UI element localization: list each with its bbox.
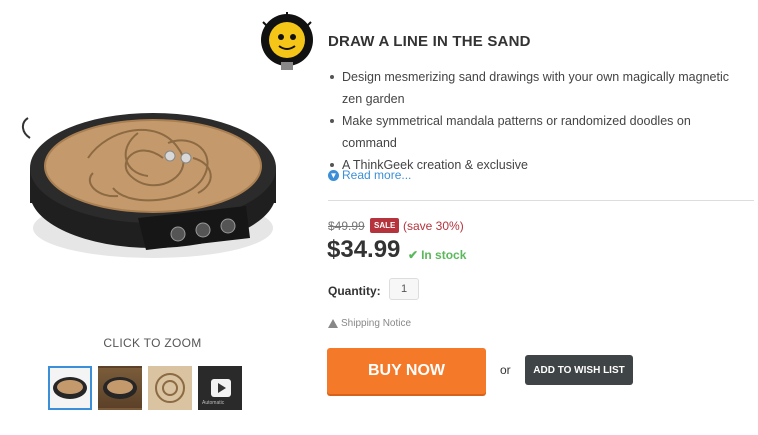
sand-table-thumb-icon	[103, 377, 137, 399]
lightbulb-monkey-badge-icon	[261, 12, 313, 70]
current-price: $34.99	[327, 236, 401, 263]
add-to-wishlist-button[interactable]: ADD TO WISH LIST	[525, 355, 633, 385]
zoom-caption[interactable]: CLICK TO ZOOM	[0, 336, 305, 350]
stock-status: ✔ In stock	[408, 248, 466, 262]
feature-list: Design mesmerizing sand drawings with yo…	[328, 66, 748, 176]
divider	[328, 200, 754, 201]
thumbnail-sand-table-on-wood[interactable]	[98, 366, 142, 410]
thumbnail-sand-table-front[interactable]	[48, 366, 92, 410]
sand-table-illustration	[22, 113, 276, 258]
sale-badge: SALE	[370, 218, 400, 233]
feature-item: Design mesmerizing sand drawings with yo…	[328, 66, 748, 110]
shipping-notice-link[interactable]: Shipping Notice	[328, 318, 411, 329]
or-separator: or	[500, 363, 511, 377]
product-title: DRAW A LINE IN THE SAND	[328, 33, 531, 50]
video-overlay-text: Automatic	[202, 400, 225, 406]
quantity-label: Quantity:	[328, 284, 381, 298]
play-icon	[211, 379, 231, 397]
sand-table-thumb-icon	[53, 377, 87, 399]
sand-pattern-icon	[155, 373, 185, 403]
read-more-label: Read more...	[342, 168, 412, 182]
original-price: $49.99	[328, 219, 365, 233]
feature-item: Make symmetrical mandala patterns or ran…	[328, 110, 748, 154]
buy-now-button[interactable]: BUY NOW	[327, 348, 486, 394]
invented-at-thinkgeek-badge	[259, 12, 315, 74]
thumbnail-product-video[interactable]: Automatic	[198, 366, 242, 410]
thumbnail-strip: Automatic	[48, 366, 242, 410]
stock-label: In stock	[421, 248, 467, 262]
chevron-down-circle-icon: ▼	[328, 169, 339, 181]
quantity-field[interactable]	[389, 278, 419, 300]
product-image[interactable]	[18, 78, 288, 268]
shipping-notice-label: Shipping Notice	[341, 318, 412, 329]
warning-icon	[328, 319, 338, 328]
read-more-link[interactable]: ▼ Read more...	[328, 168, 411, 182]
checkmark-icon: ✔	[408, 248, 419, 262]
thumbnail-sand-pattern-closeup[interactable]	[148, 366, 192, 410]
savings-text: (save 30%)	[403, 219, 464, 233]
